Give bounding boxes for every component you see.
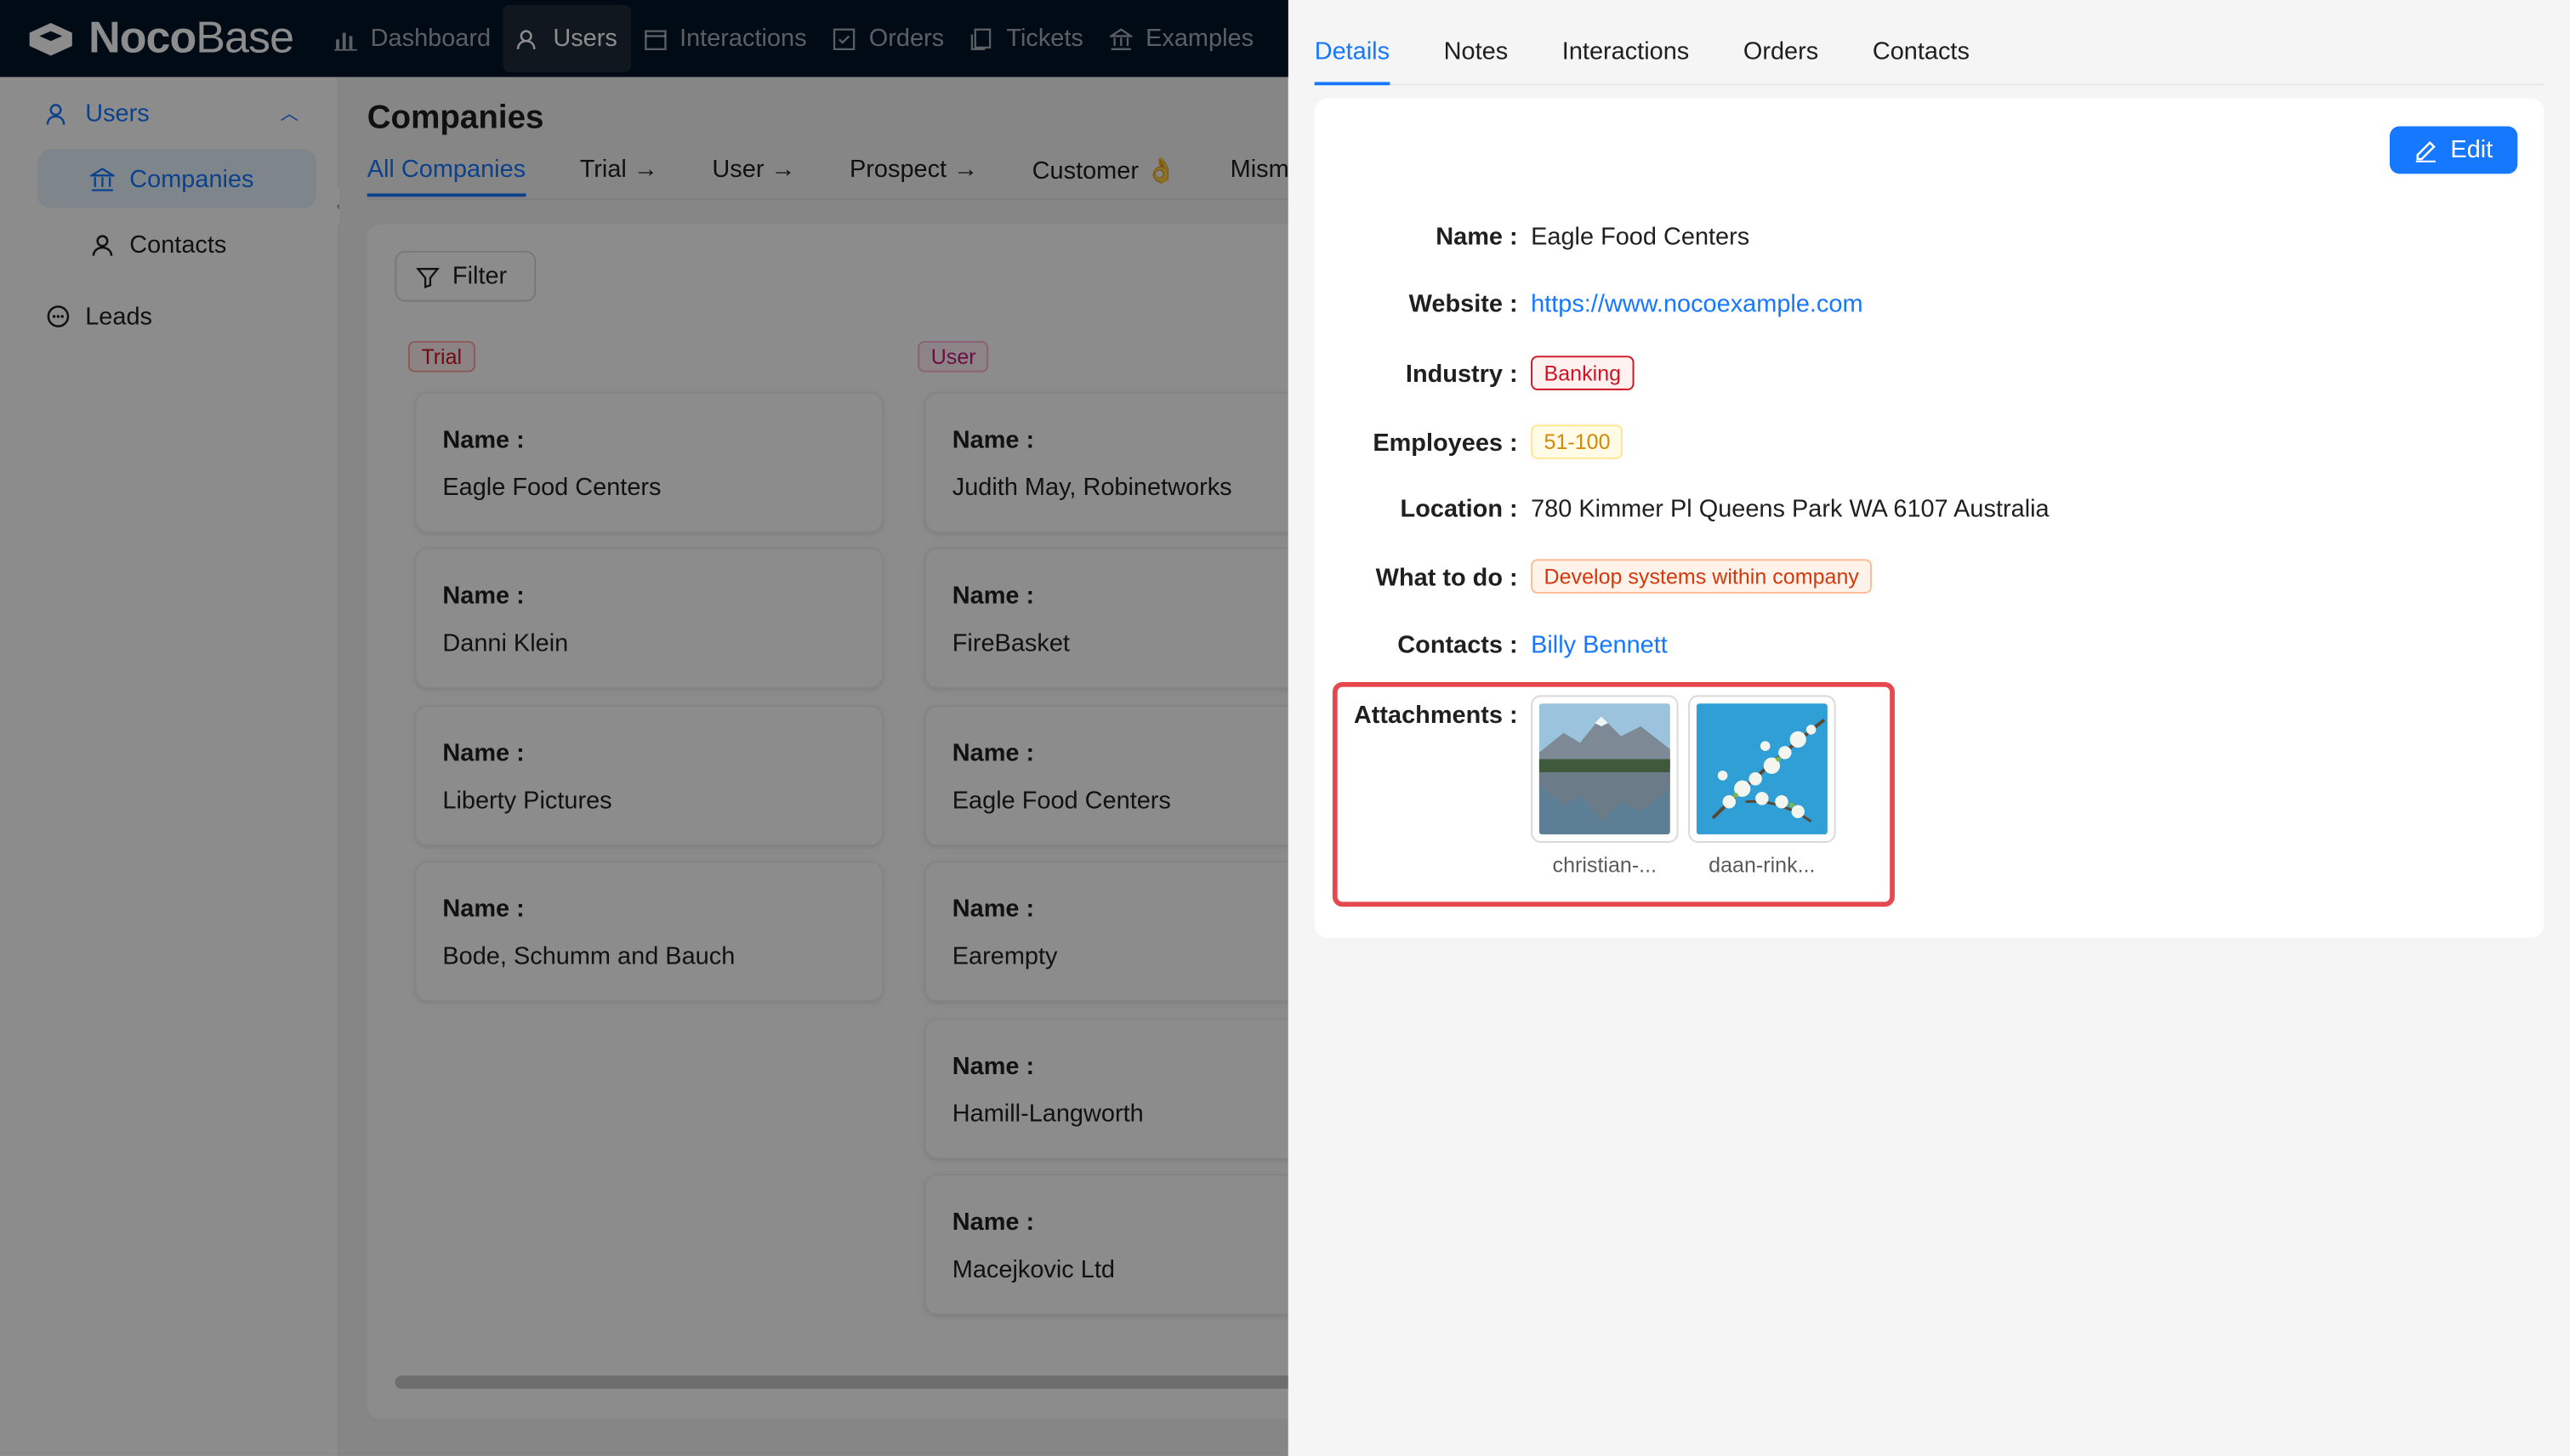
edit-label: Edit [2450, 136, 2493, 164]
edit-icon [2414, 139, 2437, 162]
edit-button[interactable]: Edit [2390, 126, 2518, 174]
field-contacts: Contacts : Billy Bennett [1315, 631, 2527, 659]
tab-details[interactable]: Details [1314, 0, 1390, 86]
field-value: 780 Kimmer Pl Queens Park WA 6107 Austra… [1531, 495, 2050, 524]
attachments-highlight [1332, 682, 1895, 907]
field-label: Employees : [1373, 429, 1518, 458]
app-root: NocoBase Dashboard Users Interactions Or… [0, 0, 2570, 1456]
tab-contacts[interactable]: Contacts [1873, 0, 1970, 85]
field-label: What to do : [1375, 564, 1518, 592]
contact-link[interactable]: Billy Bennett [1531, 631, 2527, 659]
field-what-to-do: What to do : Develop systems within comp… [1315, 559, 2527, 594]
field-value: Eagle Food Centers [1531, 223, 1750, 251]
field-industry: Industry : Banking [1315, 355, 2527, 390]
drawer-mask[interactable] [0, 0, 1288, 1456]
field-label: Industry : [1405, 361, 1518, 389]
field-location: Location : 780 Kimmer Pl Queens Park WA … [1315, 495, 2527, 523]
employees-tag: 51-100 [1531, 424, 1623, 459]
industry-tag: Banking [1531, 355, 1635, 390]
field-label: Website : [1408, 290, 1518, 319]
todo-tag: Develop systems within company [1531, 559, 1873, 594]
tab-notes[interactable]: Notes [1444, 0, 1509, 85]
field-name: Name : Eagle Food Centers [1315, 223, 2527, 251]
field-website: Website : https://www.nocoexample.com [1315, 290, 2527, 318]
website-link[interactable]: https://www.nocoexample.com [1531, 290, 2527, 318]
field-employees: Employees : 51-100 [1315, 424, 2527, 459]
field-label: Location : [1400, 495, 1518, 524]
field-label: Contacts : [1397, 631, 1518, 660]
field-label: Name : [1436, 223, 1518, 251]
tab-orders[interactable]: Orders [1743, 0, 1818, 85]
tab-interactions[interactable]: Interactions [1562, 0, 1689, 85]
drawer-tabs: Details Notes Interactions Orders Contac… [1314, 0, 2544, 86]
